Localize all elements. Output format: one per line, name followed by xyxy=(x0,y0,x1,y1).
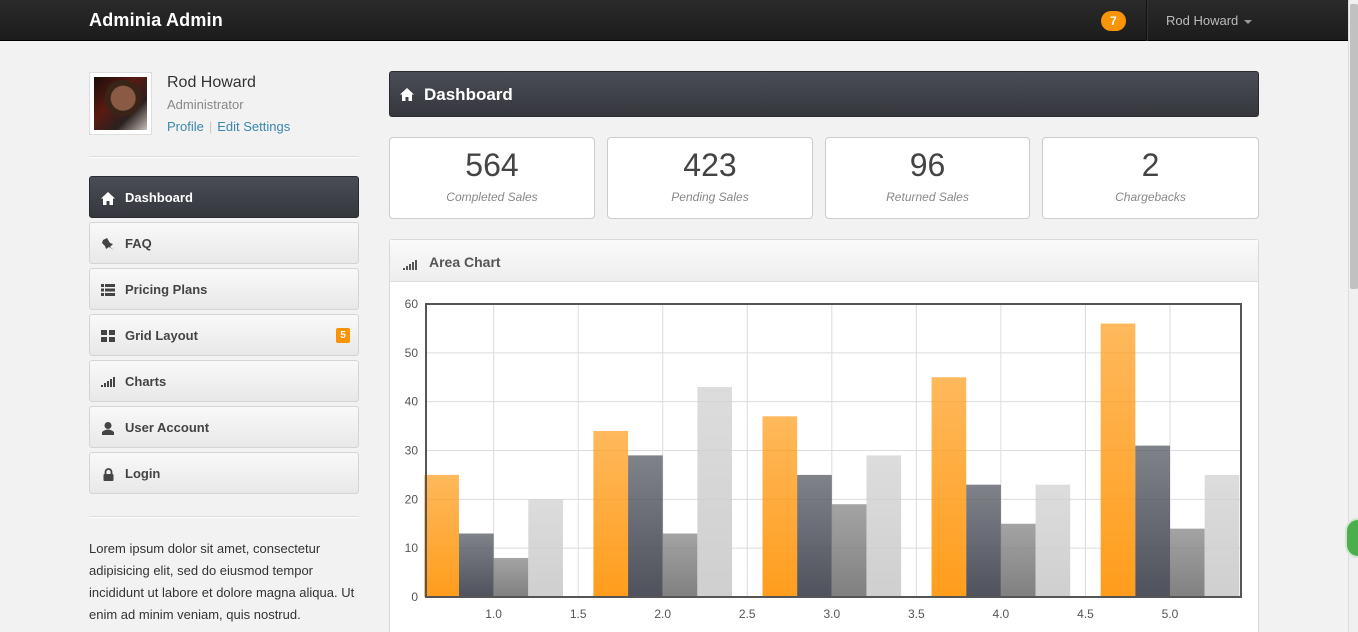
edit-settings-link[interactable]: Edit Settings xyxy=(217,119,290,134)
panel-header: Area Chart xyxy=(390,240,1258,282)
user-icon xyxy=(101,421,115,435)
bar xyxy=(1035,484,1071,597)
y-tick-label: 10 xyxy=(405,541,419,555)
sidebar-item-login[interactable]: Login xyxy=(89,452,359,494)
user-menu-label: Rod Howard xyxy=(1166,13,1239,28)
list-icon xyxy=(101,283,115,297)
sidebar-item-dashboard[interactable]: Dashboard xyxy=(89,176,359,218)
x-tick-label: 4.5 xyxy=(1077,607,1094,621)
stat-value: 2 xyxy=(1141,147,1160,183)
x-tick-label: 1.5 xyxy=(570,607,587,621)
sidebar-item-label: Login xyxy=(125,466,161,481)
sidebar-item-label: FAQ xyxy=(125,236,152,251)
y-tick-label: 20 xyxy=(405,492,419,506)
x-tick-label: 3.5 xyxy=(908,607,925,621)
top-navbar: Adminia Admin 7 Rod Howard xyxy=(0,0,1348,41)
stat-label: Completed Sales xyxy=(446,190,538,204)
x-tick-label: 3.0 xyxy=(823,607,840,621)
bar xyxy=(1100,323,1136,597)
sidebar-item-label: Charts xyxy=(125,374,167,389)
bar xyxy=(628,455,663,597)
sidebar-item-label: Pricing Plans xyxy=(125,282,208,297)
stat-label: Returned Sales xyxy=(886,190,969,204)
bar xyxy=(697,387,733,597)
stat-value: 564 xyxy=(465,147,519,183)
y-tick-label: 0 xyxy=(411,590,418,604)
profile-role: Administrator xyxy=(167,97,244,112)
bar xyxy=(528,499,563,597)
stat-card-completed: 564 Completed Sales xyxy=(389,137,595,219)
bar xyxy=(424,474,459,597)
stat-card-returned: 96 Returned Sales xyxy=(825,137,1030,219)
brand-logo[interactable]: Adminia Admin xyxy=(89,10,223,31)
user-menu-dropdown[interactable]: Rod Howard xyxy=(1166,13,1253,28)
sidebar-item-grid-layout[interactable]: Grid Layout 5 xyxy=(89,314,359,356)
bar xyxy=(866,455,902,597)
sidebar-item-pricing-plans[interactable]: Pricing Plans xyxy=(89,268,359,310)
x-tick-label: 1.0 xyxy=(485,607,502,621)
grid-icon xyxy=(101,329,115,343)
floating-widget[interactable] xyxy=(1345,518,1358,558)
divider xyxy=(89,516,359,517)
profile-name: Rod Howard xyxy=(167,74,256,91)
stat-value: 423 xyxy=(683,147,737,183)
x-tick-label: 5.0 xyxy=(1162,607,1179,621)
profile-links: Profile | Edit Settings xyxy=(167,119,290,134)
bar xyxy=(662,533,698,597)
home-icon xyxy=(101,191,115,205)
page-title: Dashboard xyxy=(424,85,513,104)
sidebar-text: Lorem ipsum dolor sit amet, consectetur … xyxy=(89,541,355,622)
profile-link[interactable]: Profile xyxy=(167,119,204,134)
bar xyxy=(831,504,867,597)
x-tick-label: 2.0 xyxy=(654,607,671,621)
sidebar-nav: Dashboard FAQ Pricing Plans Grid Layout … xyxy=(89,176,359,498)
pushpin-icon xyxy=(101,237,115,251)
sidebar-item-faq[interactable]: FAQ xyxy=(89,222,359,264)
chevron-down-icon xyxy=(1244,19,1253,24)
bar xyxy=(1204,474,1240,597)
sidebar-item-charts[interactable]: Charts xyxy=(89,360,359,402)
sidebar-item-label: Grid Layout xyxy=(125,328,198,343)
navbar-divider xyxy=(1146,0,1147,41)
dashboard-header: Dashboard xyxy=(389,71,1259,117)
bar xyxy=(1135,445,1170,597)
stat-label: Chargebacks xyxy=(1115,190,1186,204)
sidebar-item-label: User Account xyxy=(125,420,210,435)
home-icon xyxy=(400,88,414,106)
stat-card-chargebacks: 2 Chargebacks xyxy=(1042,137,1259,219)
grid-layout-badge: 5 xyxy=(336,328,350,343)
stat-value: 96 xyxy=(909,147,946,183)
stat-card-pending: 423 Pending Sales xyxy=(607,137,813,219)
bar xyxy=(762,416,798,597)
bar xyxy=(458,533,494,597)
notification-badge[interactable]: 7 xyxy=(1101,11,1126,31)
lock-icon xyxy=(101,467,115,481)
stat-label: Pending Sales xyxy=(671,190,749,204)
link-separator: | xyxy=(208,119,213,134)
chart-panel: Area Chart 0 10 20 30 40 50 60 1.0 1.5 2.0 2.5 3.0 3… xyxy=(389,239,1259,632)
bar xyxy=(493,557,529,597)
bar xyxy=(1000,523,1036,597)
avatar-image xyxy=(94,77,147,130)
y-tick-label: 30 xyxy=(405,444,419,458)
y-tick-label: 60 xyxy=(405,297,419,311)
divider xyxy=(89,156,359,157)
x-tick-label: 4.0 xyxy=(993,607,1010,621)
bar xyxy=(797,474,832,597)
bar-chart: 0 10 20 30 40 50 60 1.0 1.5 2.0 2.5 3.0 3.5 4.0 4.5 5.0 xyxy=(405,297,1242,621)
avatar xyxy=(89,72,152,135)
signal-icon xyxy=(403,257,417,275)
x-tick-label: 2.5 xyxy=(739,607,756,621)
bar xyxy=(593,430,629,597)
y-tick-label: 40 xyxy=(405,395,419,409)
scrollbar-thumb[interactable] xyxy=(1350,4,1358,289)
bar xyxy=(966,484,1001,597)
sidebar-item-user-account[interactable]: User Account xyxy=(89,406,359,448)
bar xyxy=(1169,528,1205,597)
panel-title: Area Chart xyxy=(429,254,501,270)
signal-icon xyxy=(101,375,115,389)
sidebar-item-label: Dashboard xyxy=(125,190,193,205)
y-tick-label: 50 xyxy=(405,346,419,360)
bar xyxy=(931,377,967,597)
